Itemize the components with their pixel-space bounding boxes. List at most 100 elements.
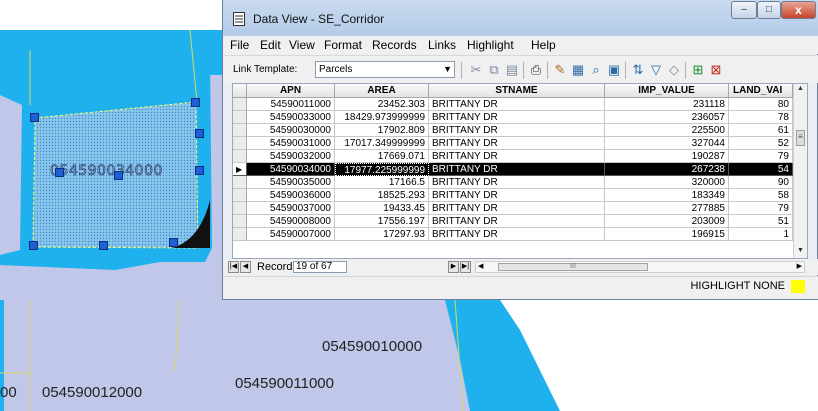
row-selector[interactable] [233, 124, 247, 137]
cell-apn[interactable]: 54590035000 [247, 176, 335, 189]
row-selector[interactable] [233, 98, 247, 111]
cell-land-value[interactable]: 78 [729, 111, 793, 124]
cell-area[interactable]: 17669.071 [335, 150, 429, 163]
close-button[interactable]: x [781, 1, 816, 19]
query-icon[interactable]: ▣ [607, 63, 621, 77]
cell-area[interactable]: 17556.197 [335, 215, 429, 228]
cell-area[interactable]: 17297.93 [335, 228, 429, 241]
highlight-color-swatch[interactable] [791, 280, 805, 293]
filter-icon[interactable]: ▽ [649, 63, 663, 77]
row-selector[interactable] [233, 176, 247, 189]
first-record-icon[interactable]: |◀ [228, 261, 239, 273]
cell-imp-value[interactable]: 225500 [605, 124, 729, 137]
column-header-area[interactable]: AREA [335, 84, 429, 98]
cell-imp-value[interactable]: 231118 [605, 98, 729, 111]
print-icon[interactable]: ⎙ [529, 63, 543, 77]
selection-handle[interactable] [29, 241, 38, 250]
cell-imp-value[interactable]: 267238 [605, 163, 729, 176]
selection-handle[interactable] [30, 113, 39, 122]
paste-icon[interactable]: ▤ [505, 63, 519, 77]
menu-format[interactable]: Format [324, 38, 362, 52]
cell-land-value[interactable]: 80 [729, 98, 793, 111]
row-selector[interactable] [233, 215, 247, 228]
table-row[interactable]: 54590032000 17669.071 BRITTANY DR 190287 79 [233, 150, 793, 163]
edit-fields-icon[interactable]: ▦ [571, 63, 585, 77]
cell-stname[interactable]: BRITTANY DR [429, 215, 605, 228]
cell-area[interactable]: 17977.225999999 [335, 163, 429, 176]
cell-land-value[interactable]: 52 [729, 137, 793, 150]
menu-view[interactable]: View [289, 38, 315, 52]
cell-stname[interactable]: BRITTANY DR [429, 150, 605, 163]
cell-apn[interactable]: 54590032000 [247, 150, 335, 163]
link-template-select[interactable]: Parcels ▼ [315, 61, 455, 78]
table-row[interactable]: ▶ 54590034000 17977.225999999 BRITTANY DR 26… [233, 163, 793, 176]
delete-record-icon[interactable]: ⊠ [709, 63, 723, 77]
cell-stname[interactable]: BRITTANY DR [429, 163, 605, 176]
cell-imp-value[interactable]: 203009 [605, 215, 729, 228]
table-row[interactable]: 54590037000 19433.45 BRITTANY DR 277885 79 [233, 202, 793, 215]
scroll-down-icon[interactable]: ▼ [797, 247, 804, 254]
cell-apn[interactable]: 54590030000 [247, 124, 335, 137]
cell-stname[interactable]: BRITTANY DR [429, 176, 605, 189]
cell-apn[interactable]: 54590007000 [247, 228, 335, 241]
record-number-field[interactable]: 19 of 67 [293, 261, 347, 273]
cell-area[interactable]: 17017.349999999 [335, 137, 429, 150]
selection-handle[interactable] [195, 129, 204, 138]
cell-stname[interactable]: BRITTANY DR [429, 124, 605, 137]
minimize-button[interactable]: – [731, 1, 757, 19]
scroll-up-icon[interactable]: ▲ [797, 85, 804, 92]
table-row[interactable]: 54590030000 17902.809 BRITTANY DR 225500 61 [233, 124, 793, 137]
cell-imp-value[interactable]: 190287 [605, 150, 729, 163]
cell-stname[interactable]: BRITTANY DR [429, 202, 605, 215]
table-row[interactable]: 54590036000 18525.293 BRITTANY DR 183349 58 [233, 189, 793, 202]
column-header-apn[interactable]: APN [247, 84, 335, 98]
cell-apn[interactable]: 54590037000 [247, 202, 335, 215]
row-selector[interactable] [233, 228, 247, 241]
cell-land-value[interactable]: 61 [729, 124, 793, 137]
cell-area[interactable]: 17166.5 [335, 176, 429, 189]
menu-file[interactable]: File [230, 38, 249, 52]
table-row[interactable]: 54590008000 17556.197 BRITTANY DR 203009 51 [233, 215, 793, 228]
sort-icon[interactable]: ⇅ [631, 63, 645, 77]
table-row[interactable]: 54590035000 17166.5 BRITTANY DR 320000 90 [233, 176, 793, 189]
scroll-left-icon[interactable]: ◀ [478, 262, 483, 272]
maximize-button[interactable]: □ [757, 1, 781, 19]
row-selector[interactable] [233, 150, 247, 163]
cell-stname[interactable]: BRITTANY DR [429, 98, 605, 111]
title-bar[interactable]: Data View - SE_Corridor – □ x [223, 0, 818, 36]
menu-links[interactable]: Links [428, 38, 456, 52]
add-record-icon[interactable]: ⊞ [691, 63, 705, 77]
next-record-icon[interactable]: ▶ [448, 261, 459, 273]
cell-apn[interactable]: 54590011000 [247, 98, 335, 111]
cell-area[interactable]: 17902.809 [335, 124, 429, 137]
find-icon[interactable]: ⌕ [589, 63, 603, 77]
last-record-icon[interactable]: ▶| [460, 261, 471, 273]
horizontal-scrollbar[interactable]: ◀ III ▶ [475, 261, 805, 273]
cell-area[interactable]: 23452.303 [335, 98, 429, 111]
cell-land-value[interactable]: 1 [729, 228, 793, 241]
table-row[interactable]: 54590033000 18429.973999999 BRITTANY DR 236… [233, 111, 793, 124]
cell-land-value[interactable]: 54 [729, 163, 793, 176]
cell-area[interactable]: 19433.45 [335, 202, 429, 215]
cell-apn[interactable]: 54590036000 [247, 189, 335, 202]
edit-records-icon[interactable]: ✎ [553, 63, 567, 77]
row-selector[interactable] [233, 111, 247, 124]
row-selector[interactable] [233, 189, 247, 202]
cell-stname[interactable]: BRITTANY DR [429, 111, 605, 124]
table-row[interactable]: 54590011000 23452.303 BRITTANY DR 231118 80 [233, 98, 793, 111]
table-row[interactable]: 54590031000 17017.349999999 BRITTANY DR 327… [233, 137, 793, 150]
scroll-right-icon[interactable]: ▶ [797, 262, 802, 272]
cell-apn[interactable]: 54590031000 [247, 137, 335, 150]
cell-land-value[interactable]: 79 [729, 202, 793, 215]
selection-handle[interactable] [169, 238, 178, 247]
menu-records[interactable]: Records [372, 38, 417, 52]
cell-land-value[interactable]: 79 [729, 150, 793, 163]
previous-record-icon[interactable]: ◀ [240, 261, 251, 273]
horizontal-scroll-thumb[interactable]: III [498, 263, 648, 271]
cell-area[interactable]: 18525.293 [335, 189, 429, 202]
selection-handle[interactable] [191, 98, 200, 107]
cell-imp-value[interactable]: 327044 [605, 137, 729, 150]
menu-help[interactable]: Help [531, 38, 556, 52]
cell-imp-value[interactable]: 277885 [605, 202, 729, 215]
cell-stname[interactable]: BRITTANY DR [429, 228, 605, 241]
